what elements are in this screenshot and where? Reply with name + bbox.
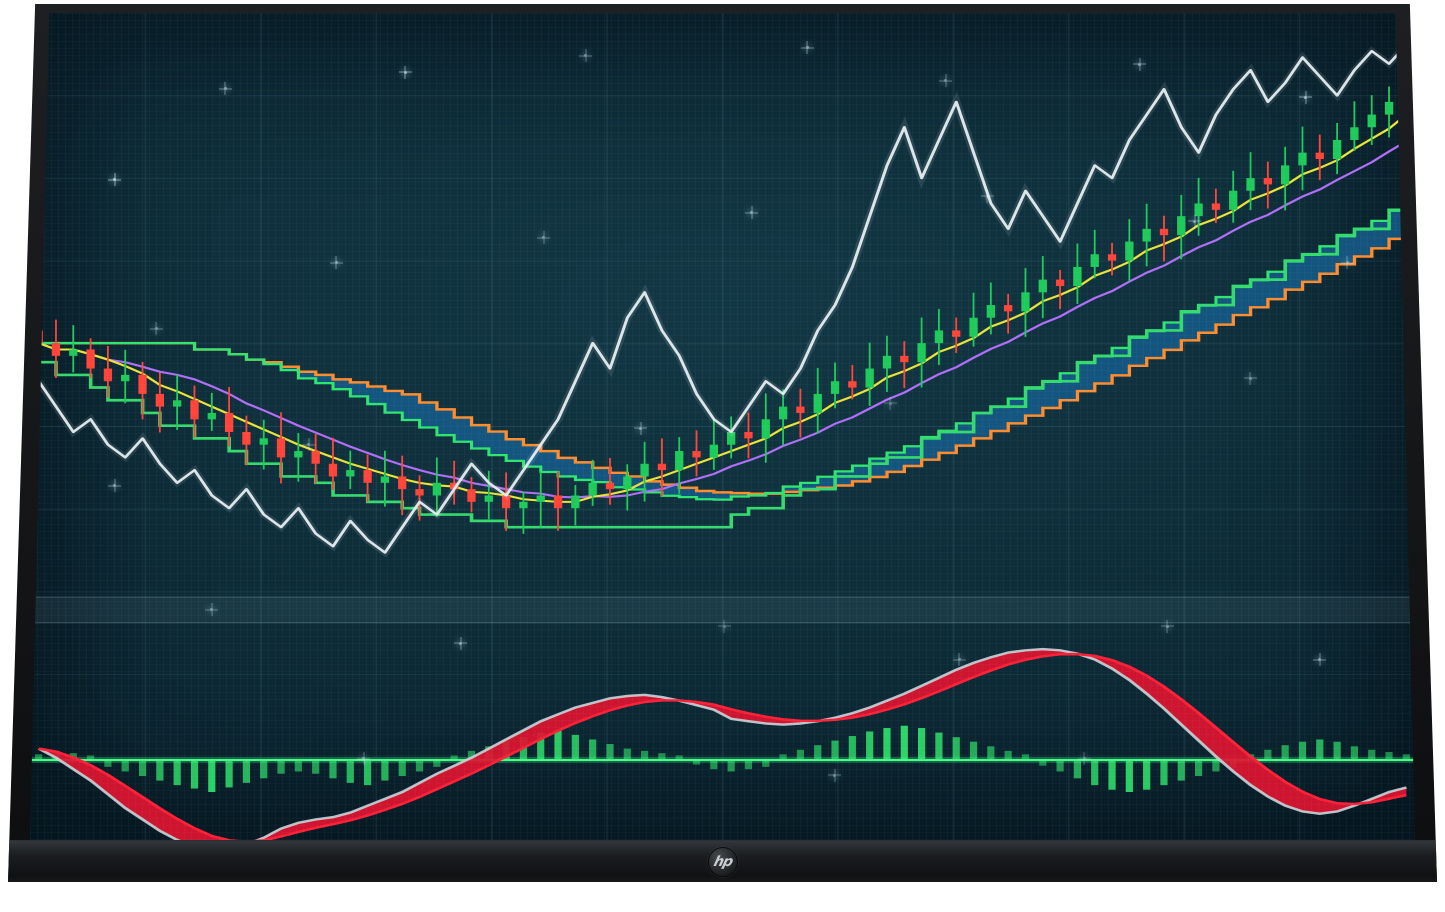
screen — [30, 13, 1415, 840]
hp-logo: hp — [708, 847, 738, 877]
monitor: hp — [8, 4, 1437, 882]
photo-canvas: hp — [0, 0, 1445, 912]
monitor-bottom-bezel: hp — [8, 840, 1437, 882]
trading-chart — [30, 13, 1415, 840]
hp-logo-text: hp — [712, 855, 733, 869]
